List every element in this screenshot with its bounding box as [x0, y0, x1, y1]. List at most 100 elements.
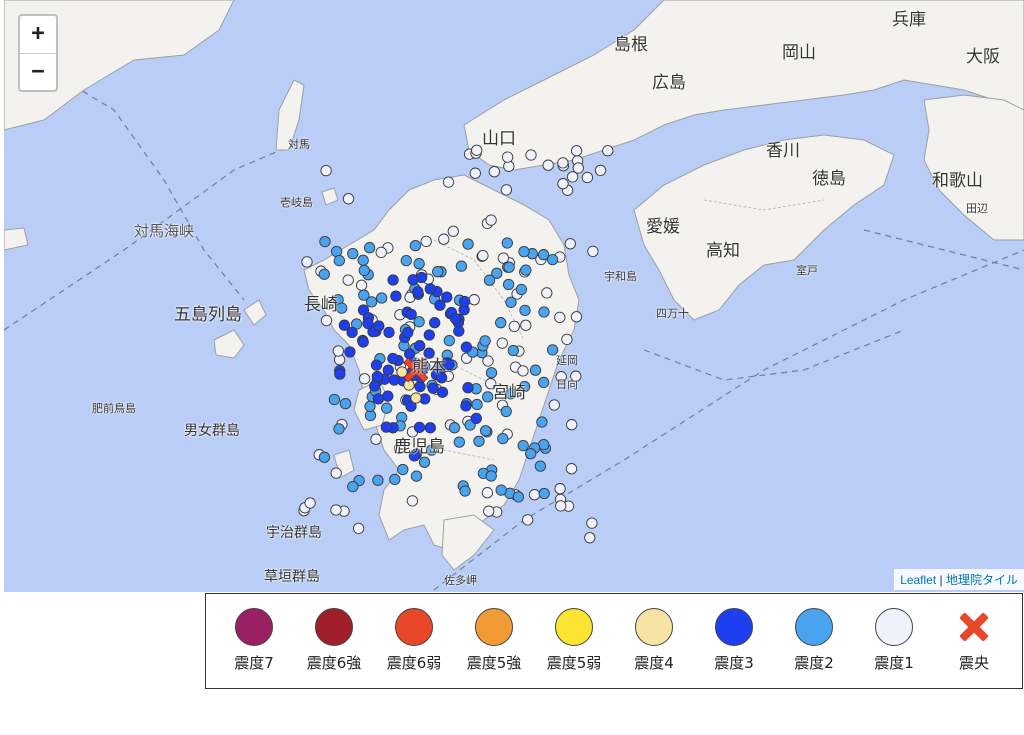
station-marker	[318, 268, 330, 280]
place-label: 山口	[482, 129, 516, 149]
station-marker	[442, 176, 455, 188]
station-marker	[502, 278, 515, 291]
place-label: 鹿児島	[394, 437, 445, 457]
station-marker	[495, 484, 507, 496]
station-marker	[429, 317, 441, 329]
place-label: 熊本	[412, 357, 446, 377]
station-marker	[541, 287, 553, 299]
station-marker	[485, 470, 497, 482]
station-marker	[507, 344, 519, 357]
station-marker	[333, 423, 345, 435]
station-marker	[320, 164, 332, 177]
leaflet-link[interactable]: Leaflet	[900, 573, 936, 587]
intensity-swatch	[315, 608, 353, 646]
zoom-control: + −	[18, 14, 58, 92]
station-marker	[375, 246, 387, 259]
station-marker	[570, 311, 583, 323]
station-marker	[587, 245, 599, 258]
station-marker	[402, 326, 414, 339]
station-marker	[413, 316, 425, 328]
station-marker	[594, 164, 607, 177]
station-marker	[565, 463, 578, 475]
station-marker	[410, 392, 422, 404]
station-marker	[369, 380, 381, 392]
station-marker	[584, 532, 596, 544]
station-marker	[477, 249, 489, 262]
station-marker	[515, 283, 528, 296]
station-marker	[390, 290, 402, 302]
station-marker	[519, 304, 531, 317]
station-marker	[372, 474, 384, 486]
station-marker	[459, 485, 471, 497]
intensity-legend: 震度7 震度6強 震度6弱 震度5強 震度5弱 震度4 震度3 震度2 震度1 震央	[205, 593, 1023, 689]
gsi-tiles-link[interactable]: 地理院タイル	[946, 573, 1018, 587]
map-view[interactable]: 島根 広島 岡山 兵庫 大阪 山口 香川 徳島 愛媛 高知 和歌山 宮崎 長崎 熊本 鹿児島 五島列島 男女群島…	[4, 0, 1024, 592]
place-label: 兵庫	[892, 10, 926, 30]
station-marker	[358, 373, 371, 385]
zoom-in-button[interactable]: +	[20, 16, 56, 53]
place-label: 香川	[766, 141, 800, 161]
station-marker	[423, 329, 435, 341]
legend-item: 震度7	[215, 608, 293, 673]
place-label: 高知	[706, 241, 740, 261]
station-marker	[412, 286, 424, 298]
station-marker	[371, 370, 384, 383]
place-label: 広島	[652, 73, 686, 93]
station-marker	[382, 364, 394, 376]
station-marker	[414, 340, 426, 352]
zoom-out-button[interactable]: −	[20, 53, 56, 91]
station-marker	[424, 283, 436, 295]
intensity-swatch	[395, 608, 433, 646]
station-marker	[400, 254, 412, 267]
station-marker	[409, 239, 422, 252]
station-marker	[495, 317, 507, 329]
station-marker	[503, 261, 515, 273]
place-label: 宮崎	[492, 383, 526, 403]
station-marker	[500, 184, 513, 196]
station-marker	[557, 157, 569, 169]
station-marker	[418, 456, 431, 468]
legend-label: 震度4	[634, 654, 674, 672]
station-marker	[517, 365, 529, 377]
station-marker	[602, 145, 614, 157]
station-marker	[462, 238, 474, 250]
place-label: 延岡	[556, 354, 578, 367]
station-marker	[342, 274, 354, 286]
station-marker	[581, 171, 594, 184]
station-marker	[481, 487, 494, 499]
station-marker	[448, 422, 461, 434]
station-marker	[520, 264, 532, 276]
station-marker	[363, 242, 376, 254]
station-marker	[505, 296, 517, 308]
legend-label: 震度5弱	[546, 654, 602, 672]
station-marker	[330, 467, 342, 479]
station-marker	[334, 368, 346, 380]
station-marker	[320, 314, 333, 327]
place-label: 和歌山	[932, 171, 983, 191]
intensity-swatch	[475, 608, 513, 646]
station-marker	[420, 235, 432, 248]
place-label: 田辺	[966, 202, 988, 215]
station-marker	[381, 402, 393, 414]
station-marker	[496, 337, 508, 349]
legend-item: 震度6強	[295, 608, 373, 673]
station-marker	[355, 279, 368, 291]
station-marker	[432, 266, 444, 278]
intensity-swatch	[875, 608, 913, 646]
legend-item: 震度4	[615, 608, 693, 673]
station-marker	[362, 317, 374, 330]
station-marker	[462, 382, 474, 394]
station-marker	[304, 497, 316, 509]
place-label: 室戸	[796, 264, 818, 277]
station-marker	[538, 376, 550, 389]
station-marker	[479, 335, 491, 347]
station-marker	[387, 352, 399, 365]
place-label: 対馬	[288, 138, 310, 151]
station-marker	[352, 522, 365, 535]
legend-item: 震度5弱	[535, 608, 613, 673]
attribution: Leaflet | 地理院タイル	[894, 569, 1024, 590]
station-marker	[473, 435, 485, 447]
station-marker	[447, 225, 459, 237]
legend-label: 震度1	[874, 654, 914, 672]
station-marker	[389, 473, 401, 486]
